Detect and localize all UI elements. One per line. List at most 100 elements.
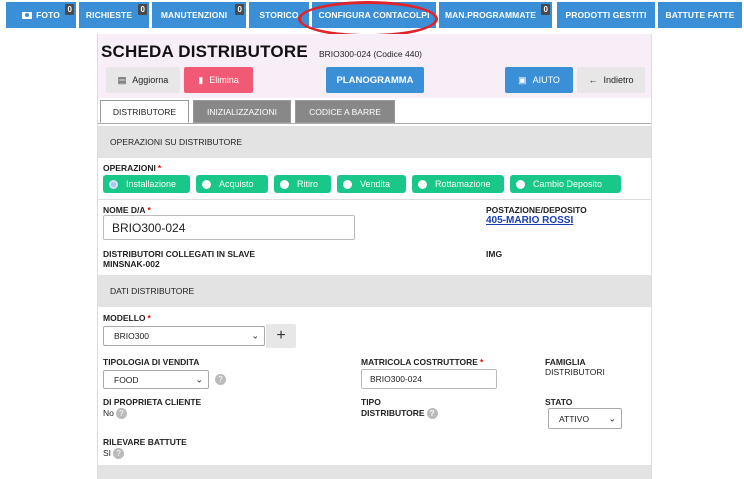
left-margin — [0, 32, 97, 479]
delete-button[interactable]: ▮ Elimina — [184, 67, 253, 93]
save-button[interactable]: ▤ Aggiorna — [106, 67, 180, 93]
tab-codice-a-barre[interactable]: CODICE A BARRE — [295, 100, 395, 123]
help-icon[interactable]: ? — [113, 448, 125, 460]
tab-distributore[interactable]: DISTRIBUTORE — [100, 100, 189, 123]
add-model-button[interactable]: + — [266, 324, 296, 348]
radio-cambio-deposito[interactable]: Cambio Deposito — [510, 175, 621, 193]
serial-label: MATRICOLA COSTRUTTORE * — [361, 357, 483, 367]
page-subtitle: BRIO300-024 (Codice 440) — [319, 49, 423, 59]
radio-dot — [343, 179, 352, 189]
nav-badge: 0 — [541, 4, 550, 15]
serial-input-value: BRIO300-024 — [370, 374, 422, 384]
radio-label: Acquisto — [219, 179, 254, 189]
serial-input[interactable]: BRIO300-024 — [361, 369, 497, 389]
nav-man-programmate-button[interactable]: MAN.PROGRAMMATE 0 — [439, 2, 552, 28]
required-marker: * — [147, 205, 151, 215]
nav-badge: 0 — [235, 4, 244, 15]
help-label: AIUTO — [532, 75, 560, 85]
owned-label: DI PROPRIETA CLIENTE — [103, 397, 202, 407]
nav-label: MANUTENZIONI — [160, 10, 228, 20]
trash-icon: ▮ — [198, 74, 204, 85]
chevron-down-icon: ⌄ — [608, 413, 616, 423]
nav-battute-fatte-button[interactable]: BATTUTE FATTE — [658, 2, 742, 28]
radio-dot — [418, 179, 427, 189]
operations-label-text: OPERAZIONI — [103, 163, 156, 173]
nav-prodotti-gestiti-button[interactable]: PRODOTTI GESTITI — [557, 2, 655, 28]
next-section-header — [98, 465, 651, 479]
nav-label: CONFIGURA CONTACOLPI — [318, 10, 430, 20]
header-area: SCHEDA DISTRIBUTORE BRIO300-024 (Codice … — [98, 34, 651, 98]
name-label-text: NOME D/A — [103, 205, 146, 215]
location-label: POSTAZIONE/DEPOSITO — [486, 205, 587, 215]
delete-label: Elimina — [209, 75, 239, 85]
sale-type-label: TIPOLOGIA DI VENDITA — [103, 357, 200, 367]
radio-rottamazione[interactable]: Rottamazione — [412, 175, 504, 193]
operations-label: OPERAZIONI * — [103, 163, 161, 173]
help-icon[interactable]: ? — [215, 374, 226, 385]
owned-value: No — [103, 408, 114, 418]
radio-installazione[interactable]: Installazione — [103, 175, 190, 193]
radio-label: Vendita — [360, 179, 391, 189]
radio-label: Installazione — [126, 179, 177, 189]
section-title: OPERAZIONI SU DISTRIBUTORE — [110, 137, 243, 147]
section-title: DATI DISTRIBUTORE — [110, 286, 195, 296]
arrow-left-icon: ← — [588, 75, 598, 85]
nav-foto-button[interactable]: FOTO 0 — [6, 2, 76, 28]
planogram-button[interactable]: PLANOGRAMMA — [326, 67, 424, 93]
divider — [98, 199, 651, 200]
family-label: FAMIGLIA — [545, 357, 586, 367]
status-select[interactable]: ATTIVO ⌄ — [548, 408, 622, 429]
status-label: STATO — [545, 397, 573, 407]
type-label-2: DISTRIBUTORE? — [361, 408, 438, 420]
status-select-value: ATTIVO — [559, 413, 590, 424]
nav-richieste-button[interactable]: RICHIESTE 0 — [79, 2, 149, 28]
model-label: MODELLO * — [103, 313, 151, 323]
counts-value-row: SI? — [103, 448, 125, 460]
nav-badge: 0 — [65, 4, 74, 15]
nav-label: FOTO — [36, 10, 60, 20]
main-panel: SCHEDA DISTRIBUTORE BRIO300-024 (Codice … — [97, 34, 652, 479]
sale-type-select[interactable]: FOOD ⌄ — [103, 370, 209, 389]
family-value: DISTRIBUTORI — [545, 367, 605, 377]
operations-section-header: OPERAZIONI SU DISTRIBUTORE — [98, 126, 651, 158]
radio-dot — [202, 179, 211, 189]
img-label: IMG — [486, 249, 503, 259]
save-label: Aggiorna — [132, 75, 169, 85]
radio-dot — [109, 179, 118, 189]
top-navigation: FOTO 0 RICHIESTE 0 MANUTENZIONI 0 STORIC… — [0, 0, 744, 30]
nav-manutenzioni-button[interactable]: MANUTENZIONI 0 — [152, 2, 246, 28]
required-marker: * — [147, 313, 151, 323]
nav-storico-button[interactable]: STORICO — [249, 2, 309, 28]
name-input[interactable]: BRIO300-024 — [103, 215, 355, 240]
nav-label: BATTUTE FATTE — [665, 10, 735, 20]
required-marker: * — [157, 163, 162, 173]
radio-ritiro[interactable]: Ritiro — [274, 175, 331, 193]
camera-icon — [22, 11, 33, 19]
slave-label: DISTRIBUTORI COLLEGATI IN SLAVE — [103, 249, 256, 259]
tab-inizializzazioni[interactable]: INIZIALIZZAZIONI — [193, 100, 291, 123]
back-button[interactable]: ← Indietro — [577, 67, 645, 93]
chevron-down-icon: ⌄ — [251, 330, 259, 341]
nav-configura-contacolpi-button[interactable]: CONFIGURA CONTACOLPI — [312, 2, 436, 28]
chevron-down-icon: ⌄ — [195, 374, 203, 384]
model-select[interactable]: BRIO300 ⌄ — [103, 326, 265, 346]
owned-value-row: No? — [103, 408, 127, 420]
back-label: Indietro — [603, 75, 634, 85]
serial-label-text: MATRICOLA COSTRUTTORE — [361, 357, 478, 367]
nav-label: STORICO — [259, 10, 299, 20]
radio-dot — [280, 179, 289, 189]
model-select-value: BRIO300 — [114, 331, 149, 341]
model-label-text: MODELLO — [103, 313, 146, 323]
tab-bar: DISTRIBUTORE INIZIALIZZAZIONI CODICE A B… — [98, 100, 651, 124]
planogram-label: PLANOGRAMMA — [336, 74, 414, 86]
radio-vendita[interactable]: Vendita — [337, 175, 406, 193]
help-icon[interactable]: ? — [115, 408, 127, 420]
plus-icon: + — [276, 327, 286, 344]
help-icon[interactable]: ? — [426, 408, 438, 420]
nav-badge: 0 — [138, 4, 147, 15]
counts-label: RILEVARE BATTUTE — [103, 437, 187, 447]
location-link[interactable]: 405-MARIO ROSSI — [486, 215, 573, 226]
radio-dot — [516, 179, 525, 189]
help-button[interactable]: ▣ AIUTO — [505, 67, 573, 93]
radio-acquisto[interactable]: Acquisto — [196, 175, 268, 193]
